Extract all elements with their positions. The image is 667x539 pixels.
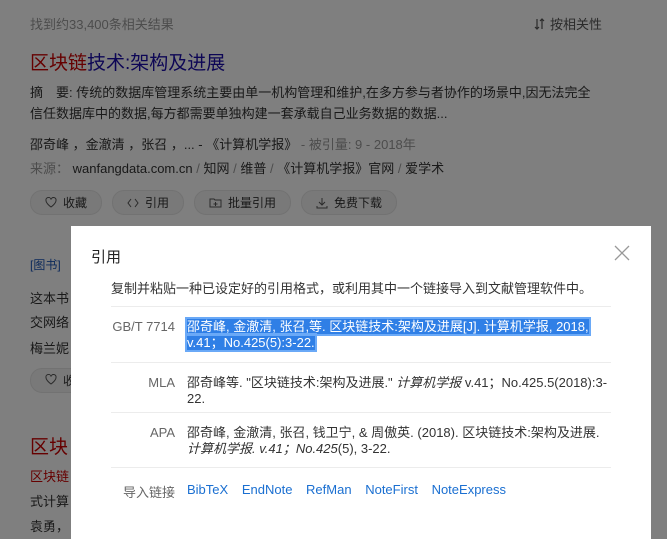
- citation-row-mla: MLA 邵奇峰等. "区块链技术:架构及进展." 计算机学报 v.41；No.4…: [111, 362, 611, 413]
- refman-link[interactable]: RefMan: [306, 482, 352, 497]
- import-label: 导入链接: [122, 485, 175, 500]
- import-links: BibTeX EndNote RefMan NoteFirst NoteExpr…: [187, 482, 516, 501]
- bibtex-link[interactable]: BibTeX: [187, 482, 228, 497]
- citation-text[interactable]: 邵奇峰, 金澈清, 张召, 钱卫宁, & 周傲英. (2018). 区块链技术:…: [187, 413, 611, 467]
- citation-modal: 引用 复制并粘贴一种已设定好的引用格式，或利用其中一个链接导入到文献管理软件中。…: [71, 226, 651, 539]
- citation-row-gbt: GB/T 7714 邵奇峰, 金澈清, 张召,等. 区块链技术:架构及进展[J]…: [111, 306, 611, 363]
- endnote-link[interactable]: EndNote: [242, 482, 293, 497]
- citation-style-label: MLA: [148, 375, 175, 390]
- citation-style-label: GB/T 7714: [112, 319, 175, 334]
- notefirst-link[interactable]: NoteFirst: [365, 482, 418, 497]
- citation-text[interactable]: 邵奇峰, 金澈清, 张召,等. 区块链技术:架构及进展[J]. 计算机学报, 2…: [185, 307, 611, 363]
- import-links-row: 导入链接 BibTeX EndNote RefMan NoteFirst Not…: [111, 467, 611, 501]
- modal-description: 复制并粘贴一种已设定好的引用格式，或利用其中一个链接导入到文献管理软件中。: [111, 281, 593, 296]
- citation-row-apa: APA 邵奇峰, 金澈清, 张召, 钱卫宁, & 周傲英. (2018). 区块…: [111, 412, 611, 467]
- modal-title: 引用: [91, 249, 122, 266]
- citation-style-label: APA: [149, 425, 175, 440]
- noteexpress-link[interactable]: NoteExpress: [432, 482, 506, 497]
- citation-text[interactable]: 邵奇峰等. "区块链技术:架构及进展." 计算机学报 v.41；No.425.5…: [187, 363, 611, 413]
- close-icon[interactable]: [613, 244, 631, 262]
